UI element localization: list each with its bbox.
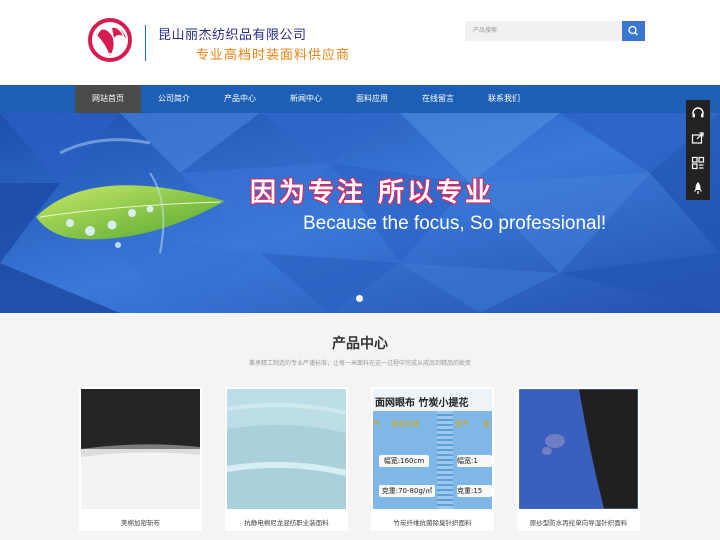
section-title-products: 产品中心 [332,336,388,352]
product-image [519,389,638,509]
nav-item-applications[interactable]: 面料应用 [339,85,405,113]
image-text-line2a: 气 [373,420,380,428]
logo-divider [145,25,146,61]
back-to-top-button[interactable] [686,175,710,200]
nav-item-products[interactable]: 产品中心 [207,85,273,113]
carousel-dot[interactable] [356,295,363,302]
image-text-line2b: 柔软丝滑 [391,420,419,428]
nav-item-news[interactable]: 新闻中心 [273,85,339,113]
hero-banner[interactable]: 因为专注 所以专业 Because the focus, So professi… [0,113,720,313]
main-nav: 网站首页 公司简介 产品中心 新闻中心 面料应用 在线留言 联系我们 [0,85,720,113]
section-subtitle: 秉承精工制造的专业严谨标准，让每一米面料在这一过程中完成从成品到精品的蜕变 [248,360,471,367]
product-name: 抗静电棉尼龙混纺职业装面料 [244,519,329,527]
nav-item-message[interactable]: 在线留言 [405,85,471,113]
nav-item-home[interactable]: 网站首页 [75,85,141,113]
nav-item-contact[interactable]: 联系我们 [471,85,537,113]
fabric-texture [437,411,453,509]
product-image [81,389,200,509]
product-name: 原纱型防水丙纶单向导湿针织面料 [529,519,628,527]
headset-icon [692,106,704,117]
qrcode-icon [691,156,705,169]
company-logo[interactable] [86,16,134,64]
product-image: 面网眼布 竹炭小提花 气 柔软丝滑 速干透气 柔 幅宽:160cm 幅宽:1 克… [373,389,492,509]
image-text-width-a: 幅宽:160cm [379,455,429,467]
share-icon [691,131,704,144]
company-name: 昆山丽杰纺织品有限公司 [158,28,307,43]
product-name: 竹炭纤维抗菌除臭针织面料 [393,519,472,527]
search-icon [628,25,638,36]
product-image [227,389,346,509]
share-button[interactable] [686,125,710,150]
search-input[interactable]: 产品搜索 [465,21,622,41]
image-text-line1: 面网眼布 竹炭小提花 [375,398,469,409]
qrcode-button[interactable] [686,150,710,175]
image-text-width-b: 幅宽:1 [457,455,492,467]
customer-service-button[interactable] [686,100,710,125]
search-button[interactable] [622,21,645,41]
product-card[interactable]: 面网眼布 竹炭小提花 气 柔软丝滑 速干透气 柔 幅宽:160cm 幅宽:1 克… [371,387,494,531]
image-text-weight-b: 克重:15 [457,485,492,497]
image-text-weight-a: 克重:70-80g/㎡ [379,485,435,497]
product-card[interactable]: 抗静电棉尼龙混纺职业装面料 [225,387,348,531]
product-card[interactable]: 美棉加密斩布 [79,387,202,531]
product-name: 美棉加密斩布 [121,519,160,527]
product-card[interactable]: 原纱型防水丙纶单向导湿针织面料 [517,387,640,531]
banner-headline-en: Because the focus, So professional! [303,213,607,234]
company-slogan: 专业高档时装面料供应商 [196,48,351,63]
site-header: 昆山丽杰纺织品有限公司 专业高档时装面料供应商 产品搜索 [0,0,720,85]
image-text-line2d: 柔 [483,420,490,428]
side-toolbar [686,100,710,200]
rocket-icon [694,181,702,194]
nav-item-about[interactable]: 公司简介 [141,85,207,113]
banner-headline-cn: 因为专注 所以专业 [250,178,495,208]
